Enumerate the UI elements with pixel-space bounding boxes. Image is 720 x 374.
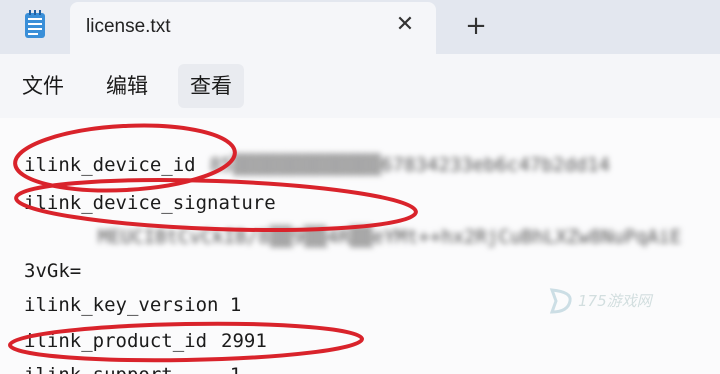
close-icon[interactable]: ✕: [392, 12, 418, 38]
new-tab-button[interactable]: +: [462, 12, 490, 40]
line-signature-value: MEUCIBtCvCkIB/8▒▒9▒▒4R▒▒eYMt++hx2RjCuBhL…: [98, 226, 682, 248]
line-device-id: ilink_device_id 85▒▒▒▒▒▒▒▒▒▒▒▒▒67834233eb…: [24, 154, 610, 176]
device-id-key: ilink_device_id: [24, 154, 196, 176]
menu-edit[interactable]: 编辑: [94, 64, 160, 108]
site-watermark: 175游戏网: [548, 284, 678, 318]
line-signature-key: ilink_device_signature: [24, 192, 276, 214]
line-support: ilink_support 1: [24, 364, 241, 374]
watermark-logo-icon: [549, 288, 572, 314]
watermark-text: 175游戏网: [578, 292, 652, 310]
line-key-version: ilink_key_version 1: [24, 294, 242, 316]
title-bar: license.txt ✕ +: [0, 0, 720, 54]
menu-view[interactable]: 查看: [178, 64, 244, 108]
notepad-icon: [25, 10, 45, 38]
line-product-id: ilink_product_id 2991: [24, 330, 267, 352]
tab-title: license.txt: [86, 16, 171, 37]
menu-bar: 文件 编辑 查看: [0, 54, 720, 118]
device-id-value: 85▒▒▒▒▒▒▒▒▒▒▒▒▒67834233eb6c47b2dd14: [209, 154, 610, 176]
product-id-value: 2991: [221, 330, 267, 352]
text-editor[interactable]: ilink_device_id 85▒▒▒▒▒▒▒▒▒▒▒▒▒67834233eb…: [0, 118, 720, 374]
product-id-key: ilink_product_id: [24, 330, 208, 352]
tab-license[interactable]: license.txt ✕: [70, 2, 436, 54]
line-signature-tail: 3vGk=: [24, 260, 82, 282]
menu-file[interactable]: 文件: [10, 64, 76, 108]
